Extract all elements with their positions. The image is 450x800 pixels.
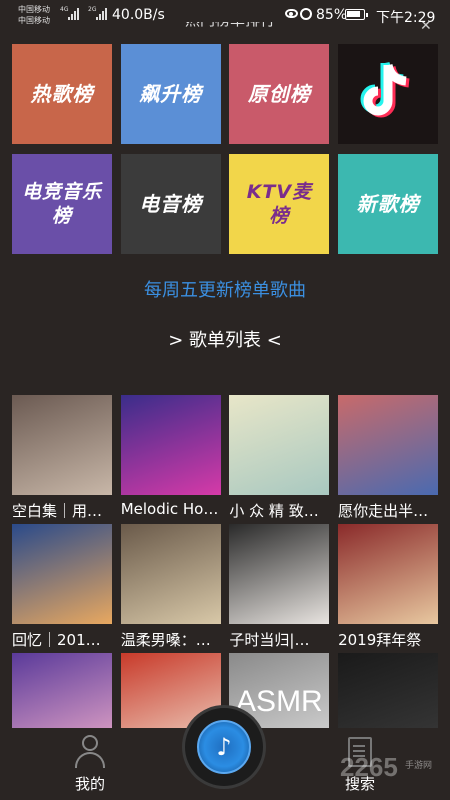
rank-tile[interactable]: 飙升榜 (120, 44, 221, 144)
rank-tile[interactable]: KTV麦榜 (229, 154, 330, 254)
playlist-title: 空白集｜用… (12, 502, 103, 520)
playlist-cover (12, 395, 112, 495)
playlist-title: Melodic Ho… (120, 500, 219, 518)
playlist-card[interactable]: 温柔男嗓：… (120, 524, 221, 650)
playlist-cover (229, 395, 330, 495)
user-icon (75, 735, 105, 769)
network-speed: 40.0B/s (112, 7, 165, 23)
tab-mine-label: 我的 (74, 775, 105, 793)
playlist-title: 温柔男嗓：… (120, 631, 211, 649)
rank-tile[interactable]: 新歌榜 (338, 154, 439, 254)
playlist-title: 愿你走出半… (338, 502, 429, 520)
playlist-section-heading: > 歌单列表 < (168, 330, 282, 351)
signal-icon (96, 8, 107, 20)
playlist-cover (338, 395, 439, 495)
playlist-cover (338, 524, 439, 624)
watermark-sub: 手游网 (405, 761, 433, 771)
watermark-logo: 2265 (340, 752, 398, 782)
tiktok-logo-icon (358, 59, 418, 129)
alarm-icon (300, 8, 312, 20)
playlist-card[interactable]: 小 众 精 致… (229, 395, 330, 521)
carrier-info: 中国移动 中国移动 (18, 4, 50, 26)
rank-tile[interactable] (338, 44, 439, 144)
signal-icon (68, 8, 79, 20)
player-disc: ♪ (197, 720, 251, 774)
carrier-2: 中国移动 (18, 16, 50, 25)
playlist-cover (12, 524, 112, 624)
rank-tile-label: KTV麦榜 (246, 181, 313, 227)
header-title-cutoff: 热门榜单排行 (160, 22, 300, 32)
playlist-card[interactable]: 子时当归|… (229, 524, 330, 650)
playlist-card[interactable]: 愿你走出半… (338, 395, 439, 521)
rank-tile[interactable]: 电音榜 (120, 154, 221, 254)
tab-mine[interactable]: 我的 (60, 728, 120, 800)
playlist-title: 2019拜年祭 (338, 631, 422, 649)
playlist-card[interactable]: Melodic Ho… (120, 395, 221, 518)
rank-tile[interactable]: 原创榜 (229, 44, 330, 144)
music-note-icon: ♪ (216, 733, 232, 761)
playlist-cover (120, 395, 221, 495)
eye-icon (285, 9, 298, 18)
rank-tile-label: 飙升榜 (139, 82, 203, 106)
playlist-title: 子时当归|… (229, 631, 310, 649)
rank-tile-label: 热歌榜 (30, 82, 94, 106)
playlist-card[interactable]: 回忆｜201… (12, 524, 112, 650)
rank-tile-label: 电音榜 (139, 192, 203, 216)
playlist-card[interactable]: 2019拜年祭 (338, 524, 439, 650)
playlist-cover (229, 524, 330, 624)
playlist-title: 小 众 精 致… (229, 502, 319, 520)
rank-tile-label: 电竞音乐榜 (22, 181, 103, 227)
rank-tile-label: 原创榜 (247, 82, 311, 106)
battery-icon (345, 9, 368, 20)
rank-tile-label: 新歌榜 (356, 192, 420, 216)
close-icon[interactable]: ✕ (420, 22, 434, 30)
playlist-card[interactable]: 空白集｜用… (12, 395, 112, 521)
rank-tile[interactable]: 电竞音乐榜 (12, 154, 112, 254)
rank-tile[interactable]: 热歌榜 (12, 44, 112, 144)
weekly-update-note[interactable]: 每周五更新榜单歌曲 (0, 276, 450, 302)
player-button[interactable]: ♪ (185, 708, 263, 786)
playlist-title: 回忆｜201… (12, 631, 101, 649)
playlist-cover (120, 524, 221, 624)
battery-percent: 85% (316, 7, 348, 23)
carrier-1: 中国移动 (18, 5, 50, 14)
